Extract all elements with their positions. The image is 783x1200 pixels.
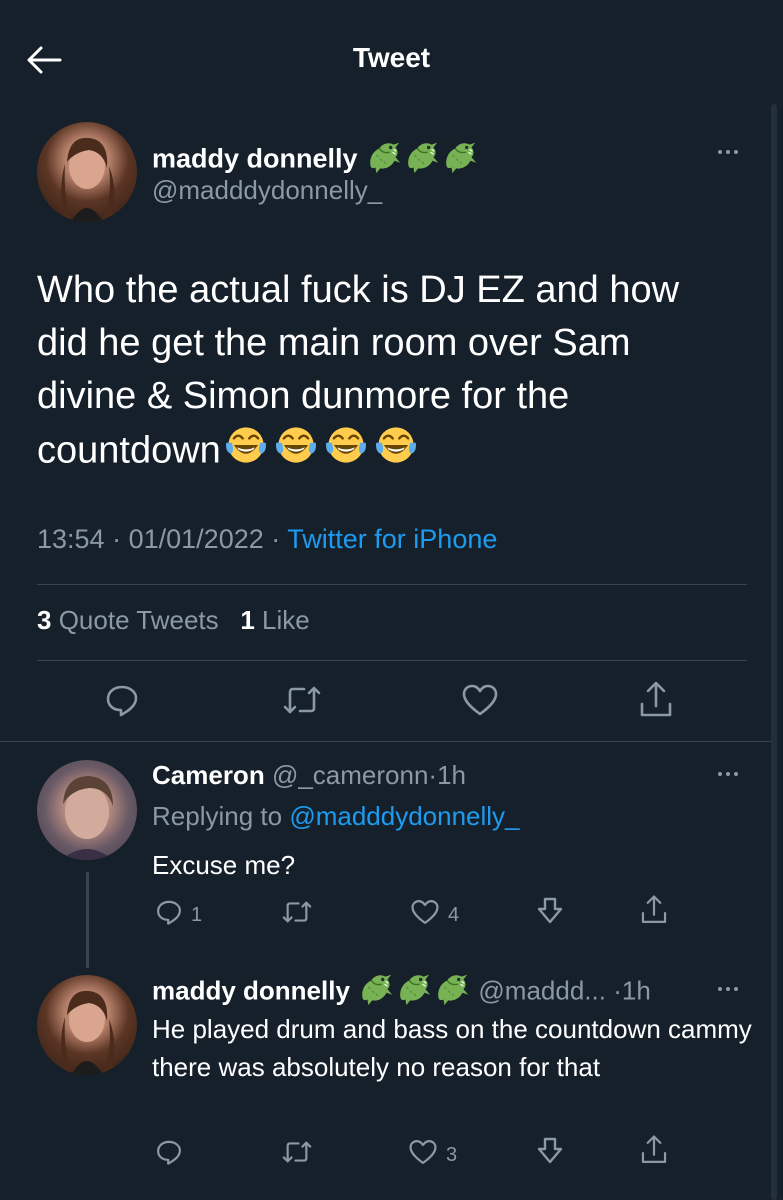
retweet-button[interactable] xyxy=(282,682,322,724)
like-count: 1 xyxy=(240,605,255,635)
replying-prefix: Replying to xyxy=(152,801,283,831)
face-with-tears-of-joy-icon xyxy=(371,423,421,482)
top-bar: Tweet xyxy=(0,0,783,112)
share-button[interactable] xyxy=(639,1134,669,1172)
share-button[interactable] xyxy=(639,894,669,932)
like-button[interactable] xyxy=(461,682,499,724)
heart-icon xyxy=(461,682,499,724)
page-title: Tweet xyxy=(352,42,431,73)
reply-button[interactable] xyxy=(104,682,140,724)
crocodile-icon xyxy=(395,970,433,1015)
reply-count: 1 xyxy=(191,903,203,926)
reply-text: Excuse me? xyxy=(152,850,296,880)
divider xyxy=(37,584,747,585)
heart-icon xyxy=(410,898,440,932)
share-icon xyxy=(637,680,675,726)
divider xyxy=(0,741,771,742)
avatar[interactable] xyxy=(37,975,137,1075)
meta-separator: · xyxy=(613,975,622,1006)
like-count: 4 xyxy=(448,903,460,926)
tweet-meta: 13:54 · 01/01/2022 · Twitter for iPhone xyxy=(37,524,497,555)
reply-icon xyxy=(155,1138,183,1172)
face-with-tears-of-joy-icon xyxy=(221,423,271,482)
tweet-stats: 3 Quote Tweets 1 Like xyxy=(37,605,310,636)
replying-handle[interactable]: @madddydonnelly_ xyxy=(289,801,519,831)
more-dots-icon[interactable] xyxy=(718,772,738,776)
reply-header: maddy donnelly @maddd... ·1h xyxy=(152,970,651,1015)
author-handle[interactable]: @madddydonnelly_ xyxy=(152,175,382,206)
more-dots-icon[interactable] xyxy=(718,150,738,154)
retweet-button[interactable] xyxy=(281,898,313,932)
author-name[interactable]: maddy donnelly xyxy=(152,144,358,174)
avatar[interactable] xyxy=(37,760,137,860)
thread-line xyxy=(86,872,89,968)
author-name[interactable]: maddy donnelly xyxy=(152,975,350,1005)
like-button[interactable]: 4 xyxy=(410,898,459,932)
tweet-time[interactable]: 13:54 xyxy=(37,524,105,554)
crocodile-icon xyxy=(441,138,479,183)
share-icon xyxy=(639,894,669,932)
downvote-button[interactable] xyxy=(536,896,564,932)
retweet-button[interactable] xyxy=(281,1138,313,1172)
crocodile-icon xyxy=(403,138,441,183)
quote-count: 3 xyxy=(37,605,52,635)
like-count: 3 xyxy=(446,1143,458,1166)
retweet-icon xyxy=(281,1138,313,1172)
replying-to: Replying to @madddydonnelly_ xyxy=(152,801,520,832)
crocodile-icon xyxy=(433,970,471,1015)
reply-header: Cameron @_cameronn·1h xyxy=(152,760,466,791)
reply-button[interactable]: 1 xyxy=(155,898,202,932)
share-icon xyxy=(639,1134,669,1172)
tweet-source[interactable]: Twitter for iPhone xyxy=(287,524,497,554)
retweet-icon xyxy=(282,682,322,724)
author-name[interactable]: Cameron xyxy=(152,760,265,790)
face-with-tears-of-joy-icon xyxy=(321,423,371,482)
more-dots-icon[interactable] xyxy=(718,987,738,991)
author-handle[interactable]: @_cameronn xyxy=(272,760,428,790)
meta-separator: · xyxy=(112,524,122,554)
reply-time[interactable]: 1h xyxy=(437,760,466,790)
avatar[interactable] xyxy=(37,122,137,222)
reply-icon xyxy=(155,898,183,932)
meta-separator: · xyxy=(428,760,438,790)
meta-separator: · xyxy=(271,524,281,554)
likes-link[interactable]: 1 Like xyxy=(240,605,309,635)
face-with-tears-of-joy-icon xyxy=(271,423,321,482)
downvote-icon xyxy=(536,1136,564,1172)
crocodile-icon xyxy=(357,970,395,1015)
reply-time[interactable]: 1h xyxy=(622,975,651,1005)
quote-tweets-link[interactable]: 3 Quote Tweets xyxy=(37,605,219,635)
tweet-text: Who the actual fuck is DJ EZ and how did… xyxy=(37,264,737,482)
scrollbar[interactable] xyxy=(771,104,777,1200)
share-button[interactable] xyxy=(637,680,675,726)
downvote-icon xyxy=(536,896,564,932)
divider xyxy=(37,660,747,661)
quote-label: Quote Tweets xyxy=(58,605,219,635)
reply-text: He played drum and bass on the countdown… xyxy=(152,1014,752,1082)
retweet-icon xyxy=(281,898,313,932)
like-button[interactable]: 3 xyxy=(408,1138,457,1172)
reply-icon xyxy=(104,682,140,724)
author-handle[interactable]: @maddd... xyxy=(478,975,606,1005)
downvote-button[interactable] xyxy=(536,1136,564,1172)
reply-button[interactable] xyxy=(155,1138,183,1172)
like-label: Like xyxy=(262,605,310,635)
tweet-date[interactable]: 01/01/2022 xyxy=(129,524,264,554)
heart-icon xyxy=(408,1138,438,1172)
